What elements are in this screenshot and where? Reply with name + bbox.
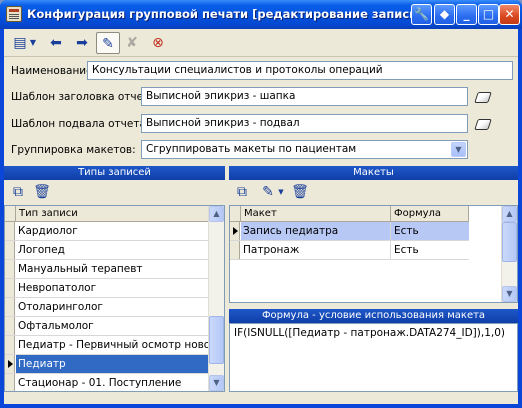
scroll-up-icon[interactable]: ▲ (209, 206, 224, 222)
record-type-name: Логопед (18, 244, 65, 256)
table-row[interactable]: Мануальный терапевт (5, 260, 209, 279)
dropdown-arrow-icon[interactable]: ▼ (28, 32, 38, 54)
scroll-thumb[interactable] (502, 222, 517, 262)
formula-text-area[interactable]: IF(ISNULL([Педиатр - патронаж.DATA274_ID… (229, 323, 518, 392)
row-indicator (5, 355, 15, 373)
layout-formula: Есть (394, 244, 419, 256)
row-indicator (5, 241, 15, 259)
layout-name: Запись педиатра (243, 225, 339, 237)
scroll-down-icon[interactable]: ▼ (209, 375, 224, 391)
row-indicator (5, 279, 15, 297)
record-type-name: Педиатр (18, 358, 66, 370)
close-button[interactable]: ✕ (499, 4, 520, 25)
edit-pencil-icon[interactable]: ✎ (96, 32, 120, 54)
record-type-column-header[interactable]: Тип записи (16, 206, 209, 222)
row-indicator (5, 298, 15, 316)
record-types-grid: Тип записи Кардиолог Логопед Мануальный те… (4, 205, 225, 392)
row-indicator-header (5, 206, 16, 222)
footer-template-label: Шаблон подвала отчета: (11, 118, 150, 130)
chevron-down-icon[interactable]: ▼ (451, 142, 466, 157)
app-icon (6, 6, 22, 22)
header-template-input[interactable]: Выписной эпикриз - шапка (141, 87, 468, 106)
minimize-button[interactable]: _ (456, 4, 477, 25)
layouts-grid: Макет Формула Запись педиатра Есть Патрона… (229, 205, 518, 303)
row-indicator (230, 241, 240, 259)
back-arrow-icon[interactable]: ⬅ (44, 32, 68, 54)
tools-button[interactable]: 🔧 (411, 4, 432, 25)
table-row[interactable]: Педиатр (5, 355, 209, 374)
row-indicator (230, 222, 240, 240)
dropdown-arrow-icon[interactable]: ▼ (276, 181, 286, 203)
table-row[interactable]: Офтальмолог (5, 317, 209, 336)
record-type-name: Мануальный терапевт (18, 263, 143, 275)
cancel-icon[interactable]: ✘ (120, 32, 144, 54)
grouping-label: Группировка макетов: (11, 144, 136, 156)
add-record-icon[interactable]: ⧉ (6, 181, 30, 203)
name-label: Наименование: (11, 65, 97, 77)
footer-template-input[interactable]: Выписной эпикриз - подвал (141, 114, 468, 133)
row-indicator (5, 374, 15, 391)
table-row[interactable]: Логопед (5, 241, 209, 260)
row-indicator (5, 222, 15, 240)
row-indicator (5, 336, 15, 354)
record-type-name: Стационар - 01. Поступление (18, 377, 182, 389)
scroll-thumb[interactable] (209, 316, 224, 364)
formula-header: Формула - условие использования макета (229, 309, 518, 323)
record-type-name: Педиатр - Первичный осмотр новорожденног… (18, 339, 209, 351)
record-type-name: Офтальмолог (18, 320, 94, 332)
help-button[interactable]: ◆ (434, 4, 455, 25)
record-type-name: Кардиолог (18, 225, 78, 237)
formula-text: IF(ISNULL([Педиатр - патронаж.DATA274_ID… (234, 327, 505, 339)
trash-icon[interactable]: 🗑 (30, 181, 54, 203)
table-row[interactable]: Невропатолог (5, 279, 209, 298)
record-type-name: Отоларинголог (18, 301, 103, 313)
record-types-scrollbar[interactable]: ▲ ▼ (208, 206, 224, 391)
eraser-icon[interactable] (474, 119, 492, 130)
scroll-up-icon[interactable]: ▲ (502, 206, 517, 222)
maximize-button[interactable]: □ (478, 4, 499, 25)
row-indicator (5, 317, 15, 335)
grouping-select[interactable]: Сгруппировать макеты по пациентам ▼ (141, 140, 468, 159)
layout-formula: Есть (394, 225, 419, 237)
table-row[interactable]: Патронаж Есть (230, 241, 469, 260)
header-template-label: Шаблон заголовка отчета: (11, 91, 160, 103)
layouts-scrollbar[interactable]: ▲ ▼ (501, 206, 517, 302)
table-row[interactable]: Запись педиатра Есть (230, 222, 469, 241)
client-area: ▤ ▼ ⬅ ➡ ✎ ✘ ⊗ Наименование: Консультации… (4, 29, 518, 404)
layout-column-header[interactable]: Макет (241, 206, 391, 222)
forward-arrow-icon[interactable]: ➡ (70, 32, 94, 54)
window-title: Конфигурация групповой печати [редактиро… (27, 7, 423, 21)
layout-name: Патронаж (243, 244, 300, 256)
grouping-select-value: Сгруппировать макеты по пациентам (146, 143, 357, 155)
table-row[interactable]: Отоларинголог (5, 298, 209, 317)
row-indicator (5, 260, 15, 278)
record-types-header: Типы записей (4, 166, 225, 180)
trash-icon[interactable]: 🗑 (288, 181, 312, 203)
delete-document-icon[interactable]: ⊗ (146, 32, 170, 54)
table-row[interactable]: Кардиолог (5, 222, 209, 241)
name-input[interactable]: Консультации специалистов и протоколы оп… (87, 61, 513, 80)
record-type-name: Невропатолог (18, 282, 97, 294)
add-layout-icon[interactable]: ⧉ (230, 181, 254, 203)
table-row[interactable]: Педиатр - Первичный осмотр новорожденног… (5, 336, 209, 355)
main-window: Конфигурация групповой печати [редактиро… (0, 0, 522, 408)
formula-column-header[interactable]: Формула (391, 206, 469, 222)
eraser-icon[interactable] (474, 92, 492, 103)
table-row[interactable]: Стационар - 01. Поступление (5, 374, 209, 391)
scroll-down-icon[interactable]: ▼ (502, 286, 517, 302)
title-bar[interactable]: Конфигурация групповой печати [редактиро… (0, 0, 522, 29)
toolbar: ▤ ▼ ⬅ ➡ ✎ ✘ ⊗ (4, 29, 518, 57)
layouts-header: Макеты (229, 166, 518, 180)
row-indicator-header (230, 206, 241, 222)
